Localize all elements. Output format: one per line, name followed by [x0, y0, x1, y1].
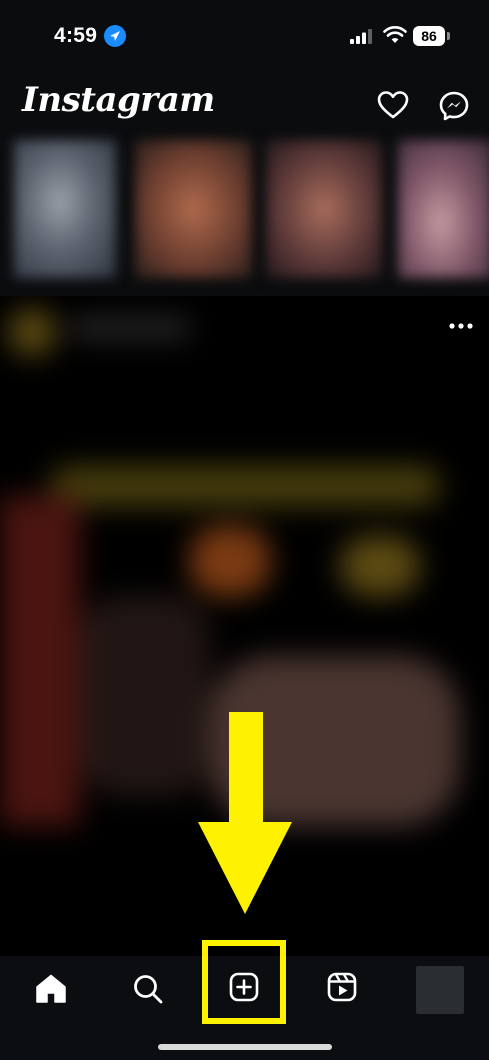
cellular-signal-icon — [350, 29, 372, 44]
status-bar: 4:59 86 — [0, 0, 489, 72]
story-thumbnail[interactable] — [14, 140, 116, 278]
story-thumbnail[interactable] — [398, 140, 489, 278]
post-shape-blurred — [0, 496, 80, 826]
story-thumbnail[interactable] — [135, 140, 252, 278]
home-indicator — [158, 1044, 332, 1050]
post-shape-blurred — [80, 596, 210, 796]
post-author-avatar — [8, 308, 56, 356]
post-banner-blurred — [50, 466, 440, 506]
profile-avatar[interactable] — [416, 966, 464, 1014]
home-icon[interactable] — [35, 974, 67, 1004]
post-shape-blurred — [340, 536, 420, 596]
heart-icon[interactable] — [377, 90, 409, 120]
more-horizontal-icon[interactable] — [449, 322, 473, 330]
location-arrow-icon — [104, 25, 126, 47]
search-icon[interactable] — [132, 973, 164, 1005]
post-author-name — [70, 318, 190, 338]
messenger-icon[interactable] — [438, 90, 470, 122]
annotation-highlight-box — [202, 940, 286, 1024]
annotation-arrow-icon — [198, 712, 292, 914]
post-shape-blurred — [190, 526, 270, 596]
story-thumbnail[interactable] — [266, 140, 382, 278]
battery-tip — [447, 32, 450, 40]
wifi-icon — [383, 26, 407, 43]
instagram-logo: Instagram — [22, 80, 215, 120]
status-time: 4:59 — [54, 24, 98, 47]
reels-icon[interactable] — [327, 972, 357, 1002]
battery-indicator: 86 — [413, 26, 445, 46]
